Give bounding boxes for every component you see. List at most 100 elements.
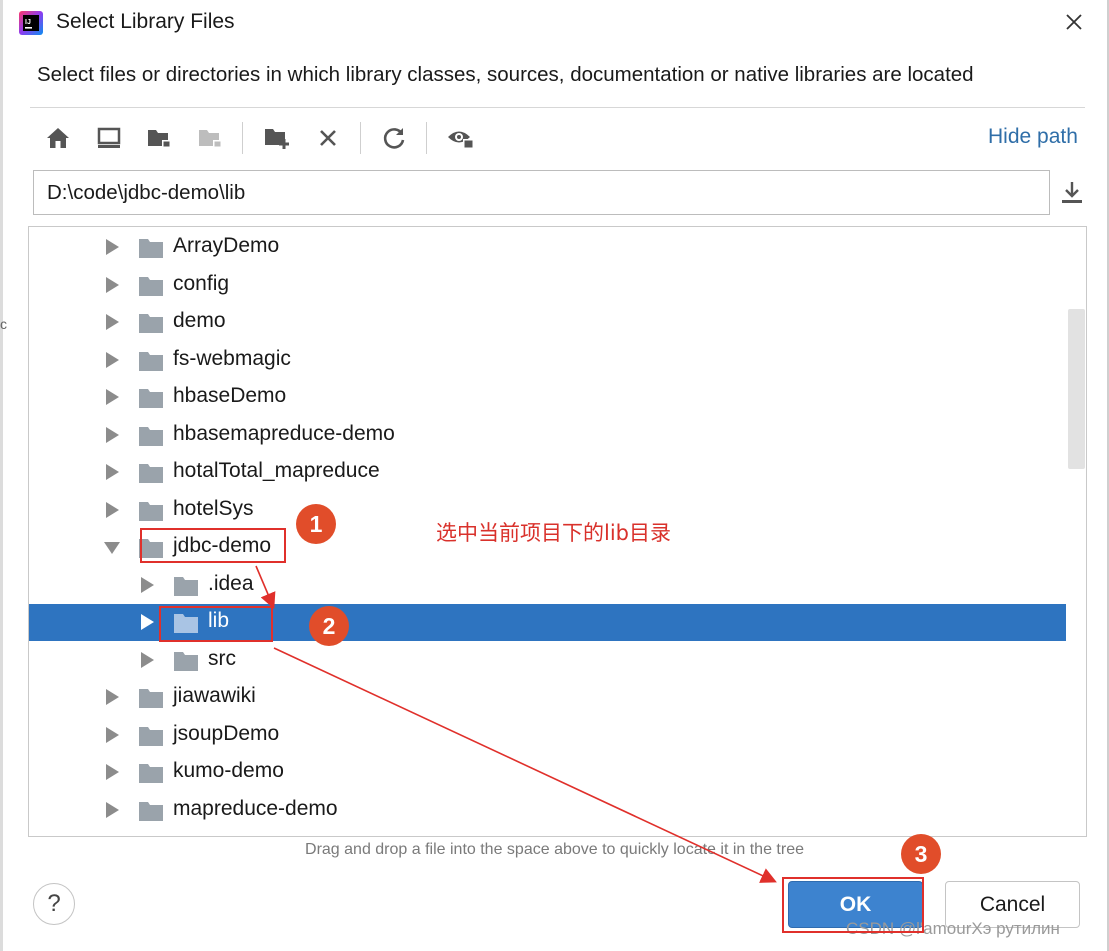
tree-row[interactable]: mapreduce-demo [29, 792, 1066, 829]
folder-icon [139, 314, 163, 333]
help-button[interactable]: ? [33, 883, 75, 925]
expand-arrow-right-icon[interactable] [138, 651, 156, 669]
tree-row-label: kumo-demo [173, 759, 284, 782]
refresh-button[interactable] [374, 118, 414, 158]
folder-icon [139, 689, 163, 708]
tree-row-label: config [173, 271, 230, 295]
tree-row[interactable]: kumo-demo [29, 754, 1066, 791]
close-button[interactable] [1058, 6, 1090, 38]
tree-row-label: hbaseDemo [173, 384, 287, 407]
expand-arrow-right-icon[interactable] [103, 426, 121, 444]
tree-row-label: fs-webmagic [173, 346, 291, 370]
svg-text:IJ: IJ [25, 19, 31, 26]
expand-arrow-right-icon[interactable] [103, 313, 121, 331]
folder-icon [139, 764, 163, 783]
expand-arrow-right-icon[interactable] [103, 388, 121, 406]
annotation-note: 选中当前项目下的lib目录 [436, 521, 671, 545]
tree-row[interactable]: hbasemapreduce-demo [29, 417, 1066, 454]
tree-row-label: .idea [208, 571, 254, 595]
tree-row[interactable]: hbaseDemo [29, 379, 1066, 416]
tree-row-label: jsoupDemo [173, 721, 280, 745]
desktop-button[interactable] [89, 118, 129, 158]
edge-fragment: c [0, 316, 7, 332]
expand-arrow-right-icon[interactable] [103, 688, 121, 706]
folder-icon [139, 351, 163, 371]
folder-icon [139, 426, 163, 446]
folder-icon [174, 651, 198, 671]
intellij-app-icon: IJ [19, 11, 43, 35]
delete-icon [320, 130, 336, 146]
hide-path-link[interactable]: Hide path [988, 125, 1078, 149]
annotation-box-ok [782, 877, 924, 933]
expand-arrow-right-icon[interactable] [103, 276, 121, 294]
refresh-icon [383, 128, 405, 149]
tree-row[interactable]: fs-webmagic [29, 342, 1066, 379]
expand-arrow-right-icon[interactable] [138, 613, 156, 631]
tree-row[interactable]: src [29, 642, 1066, 679]
folder-icon [139, 501, 163, 521]
tree-row-label: hotelSys [173, 496, 254, 520]
folder-icon [139, 239, 163, 258]
desktop-icon [97, 127, 121, 148]
new-folder-button[interactable] [258, 118, 298, 158]
tree-row-label: demo [173, 309, 226, 332]
path-history-button[interactable] [1056, 176, 1088, 210]
delete-button[interactable] [308, 118, 348, 158]
folder-icon [139, 464, 163, 483]
toolbar-separator [242, 122, 243, 154]
module-folder-icon [199, 130, 222, 148]
annotation-box-lib [159, 606, 273, 642]
tree-row[interactable]: ArrayDemo [29, 229, 1066, 266]
download-icon [1062, 182, 1082, 203]
folder-icon [139, 276, 163, 296]
path-input[interactable] [33, 170, 1050, 215]
dialog-description: Select files or directories in which lib… [37, 63, 974, 86]
tree-row[interactable]: .idea [29, 567, 1066, 604]
expand-arrow-right-icon[interactable] [103, 238, 121, 256]
module-folder-button[interactable] [191, 118, 231, 158]
tree-row[interactable]: hotalTotal_mapreduce [29, 454, 1066, 491]
annotation-box-jdbc-demo [140, 528, 286, 563]
expand-arrow-right-icon[interactable] [103, 463, 121, 481]
folder-icon [174, 576, 198, 596]
scrollbar-thumb[interactable] [1068, 309, 1085, 469]
tree-row-label: src [208, 646, 236, 670]
tree-row-label: jiawawiki [173, 684, 256, 707]
home-button[interactable] [38, 118, 78, 158]
folder-icon [139, 389, 163, 408]
tree-row-label: ArrayDemo [173, 234, 280, 257]
project-folder-button[interactable] [140, 118, 180, 158]
tree-row-label: mapreduce-demo [173, 796, 338, 820]
folder-icon [139, 726, 163, 746]
header-divider [30, 107, 1085, 108]
step-badge-2: 2 [309, 606, 349, 646]
tree-row[interactable]: jsoupDemo [29, 717, 1066, 754]
show-hidden-icon [448, 131, 474, 149]
expand-arrow-right-icon[interactable] [138, 576, 156, 594]
expand-arrow-right-icon[interactable] [103, 351, 121, 369]
toolbar-separator [360, 122, 361, 154]
home-icon [47, 128, 69, 148]
title-bar: IJ Select Library Files [0, 0, 1109, 46]
tree-row-label: hotalTotal_mapreduce [173, 459, 380, 482]
project-folder-icon [148, 130, 171, 148]
step-badge-1: 1 [296, 504, 336, 544]
expand-arrow-down-icon[interactable] [103, 538, 121, 556]
window-edge-left [0, 0, 3, 951]
drag-drop-hint: Drag and drop a file into the space abov… [305, 841, 804, 858]
tree-row-label: hbasemapreduce-demo [173, 421, 395, 445]
expand-arrow-right-icon[interactable] [103, 501, 121, 519]
close-icon [1066, 14, 1082, 30]
new-folder-icon [265, 129, 289, 149]
tree-row[interactable]: jiawawiki [29, 679, 1066, 716]
tree-row[interactable]: demo [29, 304, 1066, 341]
toolbar-separator [426, 122, 427, 154]
dialog-title: Select Library Files [56, 10, 235, 33]
step-badge-3: 3 [901, 834, 941, 874]
expand-arrow-right-icon[interactable] [103, 726, 121, 744]
show-hidden-button[interactable] [441, 118, 481, 158]
folder-icon [139, 801, 163, 821]
tree-row[interactable]: config [29, 267, 1066, 304]
expand-arrow-right-icon[interactable] [103, 763, 121, 781]
expand-arrow-right-icon[interactable] [103, 801, 121, 819]
